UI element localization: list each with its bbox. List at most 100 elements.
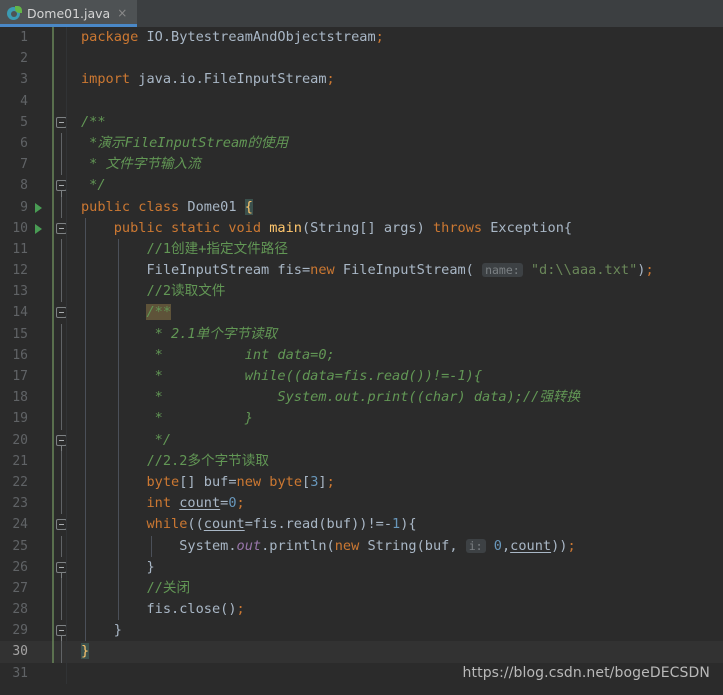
gutter-31[interactable]: 31 — [0, 662, 67, 684]
vcs-change-marker — [52, 48, 54, 70]
gutter-1[interactable]: 1 — [0, 27, 67, 49]
run-method-icon[interactable] — [35, 223, 42, 234]
line-number: 29 — [12, 623, 28, 639]
code-text-15: * 2.1单个字节读取 — [67, 323, 723, 345]
code-text-25: System.out.println(new String(buf, i: 0,… — [67, 535, 723, 557]
gutter-19[interactable]: 19 — [0, 408, 67, 430]
code-text-18: * System.out.print((char) data);//强转换 — [67, 387, 723, 409]
code-line-9: 9 public class Dome01 { — [0, 196, 723, 218]
line-number: 4 — [20, 93, 28, 109]
code-line-22: 22 byte[] buf=new byte[3]; — [0, 471, 723, 494]
gutter-22[interactable]: 22 — [0, 471, 67, 494]
line-number: 11 — [12, 241, 28, 257]
line-number: 2 — [20, 51, 28, 67]
code-text-12: FileInputStream fis=new FileInputStream(… — [67, 260, 723, 282]
code-text-22: byte[] buf=new byte[3]; — [67, 471, 723, 494]
fold-region-line — [61, 132, 62, 155]
line-number: 6 — [20, 135, 28, 151]
gutter-13[interactable]: 13 — [0, 281, 67, 303]
code-text-26: } — [67, 556, 723, 578]
vcs-change-marker — [52, 641, 54, 663]
code-line-18: 18 * System.out.print((char) data);//强转换 — [0, 387, 723, 409]
close-icon[interactable]: × — [115, 6, 129, 21]
code-line-1: 1 package IO.BytestreamAndObjectstream; — [0, 27, 723, 49]
code-line-29: 29 } — [0, 620, 723, 643]
code-line-28: 28 fis.close(); — [0, 599, 723, 621]
code-line-8: 8 */ — [0, 175, 723, 198]
code-text-9: public class Dome01 { — [81, 198, 253, 215]
gutter-11[interactable]: 11 — [0, 238, 67, 261]
vcs-change-marker — [52, 429, 54, 451]
vcs-change-marker — [52, 599, 54, 621]
vcs-change-marker — [52, 132, 54, 155]
gutter-27[interactable]: 27 — [0, 577, 67, 600]
fold-region-line — [61, 577, 62, 600]
gutter-12[interactable]: 12 — [0, 260, 67, 282]
code-editor[interactable]: 1 package IO.BytestreamAndObjectstream; … — [0, 27, 723, 695]
code-text-7: * 文件字节输入流 — [81, 156, 201, 173]
gutter-29[interactable]: 29 — [0, 620, 67, 643]
line-number: 20 — [12, 432, 28, 448]
gutter-3[interactable]: 3 — [0, 69, 67, 91]
line-number: 28 — [12, 602, 28, 618]
ide-window: Dome01.java × 1 package IO.BytestreamAnd… — [0, 0, 723, 695]
code-rows: 1 package IO.BytestreamAndObjectstream; … — [0, 27, 723, 684]
gutter-5[interactable]: 5 — [0, 111, 67, 133]
fold-region-line — [61, 196, 62, 218]
gutter-24[interactable]: 24 — [0, 514, 67, 536]
vcs-change-marker — [52, 90, 54, 112]
gutter-8[interactable]: 8 — [0, 175, 67, 198]
gutter-7[interactable]: 7 — [0, 154, 67, 176]
code-text-27: //关闭 — [67, 577, 723, 600]
code-text-5: /** — [81, 113, 106, 130]
gutter-2[interactable]: 2 — [0, 48, 67, 70]
tab-label: Dome01.java — [27, 6, 111, 21]
gutter-9[interactable]: 9 — [0, 196, 67, 218]
vcs-change-marker — [52, 493, 54, 515]
vcs-change-marker — [52, 514, 54, 536]
gutter-17[interactable]: 17 — [0, 366, 67, 388]
gutter-14[interactable]: 14 — [0, 302, 67, 324]
line-number: 16 — [12, 347, 28, 363]
gutter-30[interactable]: 30 — [0, 641, 67, 663]
fold-region-line — [61, 260, 62, 282]
code-line-16: 16 * int data=0; — [0, 344, 723, 366]
gutter-21[interactable]: 21 — [0, 450, 67, 472]
vcs-change-marker — [52, 408, 54, 430]
gutter-26[interactable]: 26 — [0, 556, 67, 579]
line-number: 19 — [12, 411, 28, 427]
vcs-change-marker — [52, 323, 54, 345]
code-line-27: 27 //关闭 — [0, 577, 723, 600]
gutter-16[interactable]: 16 — [0, 344, 67, 366]
code-text-11: //1创建+指定文件路径 — [67, 238, 723, 261]
gutter-15[interactable]: 15 — [0, 323, 67, 345]
vcs-change-marker — [52, 196, 54, 218]
code-text-4 — [67, 91, 723, 112]
gutter-10[interactable]: 10 — [0, 217, 67, 239]
tab-dome01-java[interactable]: Dome01.java × — [0, 0, 138, 27]
fold-region-line — [61, 387, 62, 409]
gutter-23[interactable]: 23 — [0, 493, 67, 515]
vcs-change-marker — [52, 344, 54, 366]
run-class-icon[interactable] — [35, 202, 42, 213]
code-line-21: 21 //2.2多个字节读取 — [0, 450, 723, 472]
vcs-change-marker — [52, 154, 54, 176]
gutter-18[interactable]: 18 — [0, 387, 67, 409]
line-number: 14 — [12, 305, 28, 321]
gutter-4[interactable]: 4 — [0, 90, 67, 112]
code-text-19: * } — [67, 408, 723, 430]
code-line-26: 26 } — [0, 556, 723, 579]
code-line-19: 19 * } — [0, 408, 723, 430]
code-line-25: 25 System.out.println(new String(buf, i:… — [0, 535, 723, 557]
vcs-change-marker — [52, 302, 54, 324]
code-line-24: 24 while((count=fis.read(buf))!=-1){ — [0, 514, 723, 536]
gutter-20[interactable]: 20 — [0, 429, 67, 452]
gutter-6[interactable]: 6 — [0, 132, 67, 155]
code-text-24: while((count=fis.read(buf))!=-1){ — [67, 514, 723, 536]
code-text-8: */ — [81, 177, 106, 194]
gutter-25[interactable]: 25 — [0, 535, 67, 557]
code-line-14: 14 /** — [0, 302, 723, 324]
code-text-21: //2.2多个字节读取 — [67, 450, 723, 472]
gutter-28[interactable]: 28 — [0, 599, 67, 621]
code-line-3: 3 import java.io.FileInputStream; — [0, 69, 723, 91]
